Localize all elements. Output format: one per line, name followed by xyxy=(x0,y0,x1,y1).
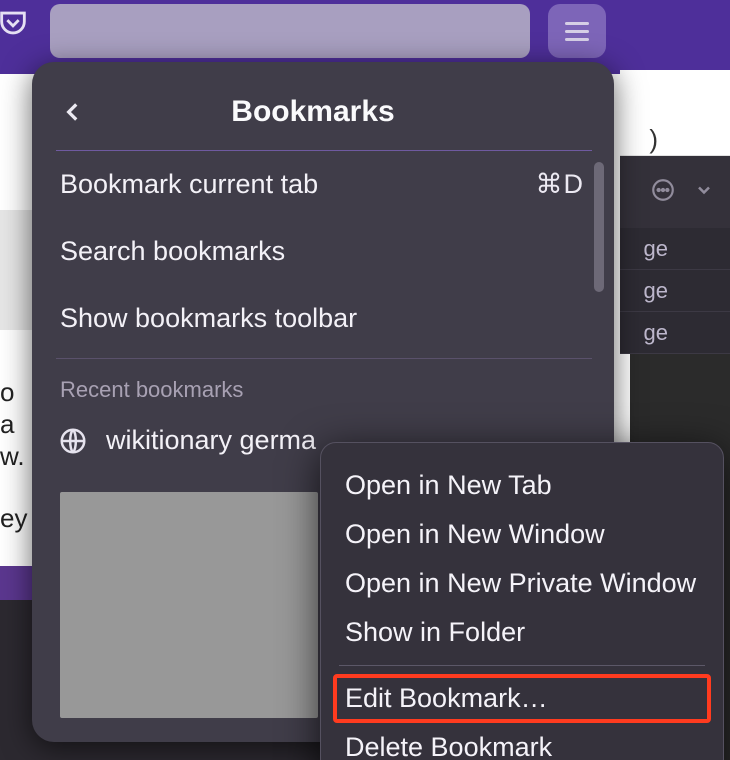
ctx-delete-bookmark[interactable]: Delete Bookmark xyxy=(333,723,711,760)
popover-title: Bookmarks xyxy=(56,95,570,129)
address-bar[interactable] xyxy=(50,4,530,58)
menu-item-shortcut: ⌘D xyxy=(536,169,585,200)
ctx-open-new-tab[interactable]: Open in New Tab xyxy=(333,461,711,510)
list-item[interactable]: ge xyxy=(620,312,730,354)
ctx-edit-bookmark[interactable]: Edit Bookmark… xyxy=(333,674,711,723)
page-fragment-text: o a w. ey xyxy=(0,376,27,534)
menu-item-label: Search bookmarks xyxy=(60,236,285,267)
ctx-show-in-folder[interactable]: Show in Folder xyxy=(333,608,711,657)
right-panel-toolbar xyxy=(620,156,730,228)
ctx-open-new-window[interactable]: Open in New Window xyxy=(333,510,711,559)
globe-icon xyxy=(58,426,88,456)
show-bookmarks-toolbar[interactable]: Show bookmarks toolbar xyxy=(56,285,604,352)
recent-bookmarks-label: Recent bookmarks xyxy=(56,359,604,417)
menu-item-label: Bookmark current tab xyxy=(60,169,318,200)
divider xyxy=(339,665,705,666)
popover-header: Bookmarks xyxy=(56,80,604,144)
recent-bookmark-label: wikitionary germa xyxy=(106,425,316,456)
bookmark-current-tab[interactable]: Bookmark current tab ⌘D xyxy=(56,151,604,218)
pocket-icon[interactable] xyxy=(0,6,30,40)
list-item[interactable]: ge xyxy=(620,270,730,312)
bookmark-thumbnail-placeholder xyxy=(60,492,318,718)
stage: o a w. ey ) ge ge ge xyxy=(0,0,730,760)
right-panel-rows: ge ge ge xyxy=(620,228,730,354)
bookmark-context-menu: Open in New Tab Open in New Window Open … xyxy=(320,442,724,760)
page-text-fragment: ) xyxy=(649,124,658,155)
right-panel-header: ) xyxy=(620,70,730,156)
menu-item-label: Show bookmarks toolbar xyxy=(60,303,357,334)
chevron-down-icon[interactable] xyxy=(694,180,714,205)
ctx-open-new-private-window[interactable]: Open in New Private Window xyxy=(333,559,711,608)
search-bookmarks[interactable]: Search bookmarks xyxy=(56,218,604,285)
hamburger-menu-button[interactable] xyxy=(548,4,606,58)
list-item[interactable]: ge xyxy=(620,228,730,270)
hamburger-icon xyxy=(565,22,589,41)
more-icon[interactable] xyxy=(650,177,676,208)
